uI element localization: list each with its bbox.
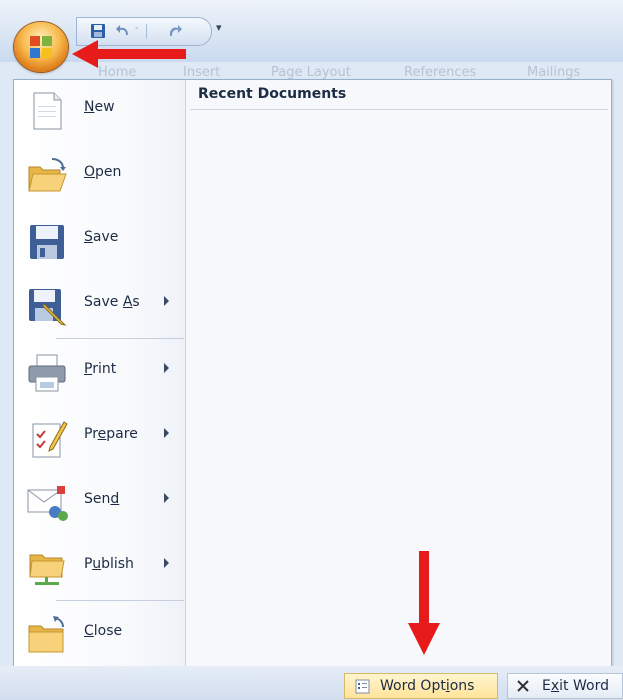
menu-item-save[interactable]: Save [22, 214, 182, 266]
menu-item-close[interactable]: Close [22, 608, 182, 660]
menu-item-print[interactable]: Print [22, 346, 182, 398]
exit-icon [517, 680, 529, 692]
customize-qat-icon[interactable]: ▾ [216, 21, 222, 34]
recent-documents-pane: Recent Documents [186, 80, 611, 667]
submenu-arrow-icon [164, 493, 169, 503]
ribbon-tab-mailings: Mailings [527, 65, 581, 80]
recent-documents-divider [190, 109, 608, 110]
menu-item-publish[interactable]: Publish [22, 541, 182, 593]
menu-item-new[interactable]: New [22, 84, 182, 136]
submenu-arrow-icon [164, 428, 169, 438]
mnemonic-d: d [110, 491, 120, 507]
menu-commands-pane: New Open Save Save As Print Prepare Send… [14, 80, 186, 667]
office-menu: New Open Save Save As Print Prepare Send… [13, 79, 612, 668]
menu-item-send[interactable]: Send [22, 476, 182, 528]
mnemonic-a: A [122, 294, 133, 310]
menu-item-save-label: Save [84, 229, 119, 245]
menu-item-save-as-label: Save As [84, 294, 140, 310]
word-options-icon [355, 679, 370, 694]
mnemonic-e: e [97, 426, 107, 442]
redo-icon[interactable] [167, 23, 183, 39]
ribbon-tab-references: References [404, 65, 477, 80]
close-folder-icon [28, 616, 64, 653]
recent-documents-title: Recent Documents [198, 86, 347, 102]
exit-word-button[interactable]: Exit Word [507, 673, 623, 699]
menu-item-save-as[interactable]: Save As [22, 279, 182, 331]
floppy-disk-icon [30, 225, 64, 259]
mnemonic-s: S [84, 229, 93, 245]
publish-icon [29, 554, 65, 585]
office-button[interactable] [14, 22, 68, 72]
annotation-arrow-left [72, 40, 186, 68]
menu-item-open[interactable]: Open [22, 149, 182, 201]
send-icon [27, 486, 68, 521]
menu-item-send-label: Send [84, 491, 120, 507]
menu-item-prepare-label: Prepare [84, 426, 138, 442]
exit-word-label: Exit Word [542, 678, 609, 694]
menu-item-close-label: Close [84, 623, 123, 639]
menu-divider [56, 600, 184, 601]
annotation-arrow-down [408, 551, 440, 655]
menu-item-prepare[interactable]: Prepare [22, 411, 182, 463]
ribbon-tab-page-layout: Page Layout [271, 65, 351, 80]
open-folder-icon [28, 158, 67, 192]
submenu-arrow-icon [164, 296, 169, 306]
printer-icon [28, 354, 66, 392]
menu-item-new-label: New [84, 99, 115, 115]
word-options-label: Word Options [380, 678, 475, 694]
menu-divider [56, 338, 184, 339]
mnemonic-o: O [84, 164, 96, 180]
word-options-button[interactable]: Word Options [344, 673, 498, 699]
mnemonic-n: N [84, 99, 95, 115]
new-document-icon [33, 92, 62, 130]
submenu-arrow-icon [164, 558, 169, 568]
qat-divider [146, 24, 147, 39]
save-as-icon [29, 289, 67, 326]
menu-item-open-label: Open [84, 164, 122, 180]
submenu-arrow-icon [164, 363, 169, 373]
mnemonic-c: C [84, 623, 94, 639]
prepare-icon [32, 421, 68, 458]
mnemonic-u: u [92, 556, 102, 572]
undo-icon[interactable] [115, 23, 131, 39]
office-logo-icon [30, 36, 52, 58]
ribbon-tab-insert: Insert [183, 65, 221, 80]
menu-item-print-label: Print [84, 361, 117, 377]
menu-item-publish-label: Publish [84, 556, 134, 572]
mnemonic-p: P [84, 361, 93, 377]
save-icon[interactable] [90, 23, 106, 39]
undo-dropdown-icon[interactable]: - [135, 23, 139, 34]
